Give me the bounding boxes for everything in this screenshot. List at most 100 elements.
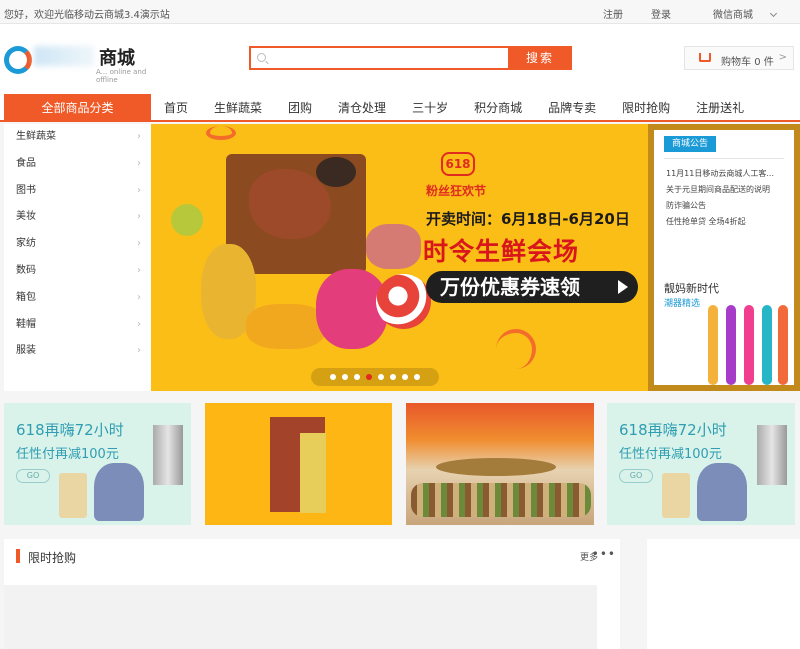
cart-unit: 件 bbox=[763, 57, 774, 68]
logo-blurred-text bbox=[34, 46, 94, 66]
category-item[interactable]: 服装 › bbox=[4, 338, 151, 365]
ribbon-decoration bbox=[206, 126, 236, 140]
chevron-right-icon: › bbox=[137, 345, 141, 357]
login-link[interactable]: 登录 bbox=[637, 6, 685, 21]
more-dots-icon[interactable]: ••• bbox=[592, 547, 616, 561]
chevron-right-icon: › bbox=[137, 157, 141, 169]
all-categories-button[interactable]: 全部商品分类 bbox=[4, 94, 151, 122]
welcome-text: 您好，欢迎光临移动云商城3.4演示站 bbox=[4, 10, 170, 21]
sale-date-text: 开卖时间：6月18日-6月20日 bbox=[426, 210, 630, 228]
category-item[interactable]: 生鲜蔬菜 › bbox=[4, 124, 151, 151]
carousel-dot[interactable] bbox=[330, 374, 336, 380]
nav-item-flash-sale[interactable]: 限时抢购 bbox=[609, 94, 683, 122]
flash-sale-content bbox=[4, 585, 597, 649]
grain-bowl-image bbox=[436, 458, 556, 476]
logo[interactable]: 商城 A... online and offline bbox=[4, 42, 149, 84]
category-label: 生鲜蔬菜 bbox=[16, 131, 56, 142]
category-item[interactable]: 数码 › bbox=[4, 258, 151, 285]
category-item[interactable]: 鞋帽 › bbox=[4, 312, 151, 339]
notice-item[interactable]: 任性抢单贷 全场4折起 bbox=[666, 216, 791, 227]
nav-item-fresh[interactable]: 生鲜蔬菜 bbox=[201, 94, 275, 122]
phone-image bbox=[662, 473, 690, 518]
category-item[interactable]: 箱包 › bbox=[4, 285, 151, 312]
carousel-dots bbox=[311, 368, 439, 386]
category-label: 鞋帽 bbox=[16, 318, 36, 330]
hero-banner[interactable]: 618 粉丝狂欢节 开卖时间：6月18日-6月20日 时令生鲜会场 万份优惠券速… bbox=[151, 124, 648, 391]
promo-card[interactable]: 618再嗨72小时 任性付再减100元 GO bbox=[607, 403, 795, 525]
go-button[interactable]: GO bbox=[619, 469, 653, 483]
cart-button[interactable]: 购物车 0 件 > bbox=[684, 46, 794, 70]
carousel-dot[interactable] bbox=[354, 374, 360, 380]
cart-icon bbox=[699, 53, 711, 62]
notice-item[interactable]: 防诈骗公告 bbox=[666, 200, 791, 211]
fridge-image bbox=[153, 425, 183, 485]
ad-subtitle[interactable]: 潮器精选 bbox=[664, 296, 700, 309]
notice-item[interactable]: 11月11日移动云商城人工客... bbox=[666, 168, 791, 179]
coupon-button[interactable]: 万份优惠券速领 bbox=[426, 271, 638, 303]
go-button[interactable]: GO bbox=[16, 469, 50, 483]
logo-ring-icon bbox=[4, 46, 32, 74]
section-title: 限时抢购 bbox=[28, 551, 77, 565]
carousel-dot[interactable] bbox=[378, 374, 384, 380]
promo-card[interactable] bbox=[406, 403, 594, 525]
nav-item-points-mall[interactable]: 积分商城 bbox=[461, 94, 535, 122]
category-item[interactable]: 图书 › bbox=[4, 178, 151, 205]
nav-items: 首页 生鲜蔬菜 团购 清仓处理 三十岁 积分商城 品牌专卖 限时抢购 注册送礼 bbox=[151, 94, 757, 122]
cart-label: 购物车 0 件 bbox=[721, 53, 774, 68]
nav-item-brands[interactable]: 品牌专卖 bbox=[535, 94, 609, 122]
beach-ball-image bbox=[376, 274, 431, 329]
category-item[interactable]: 家纺 › bbox=[4, 231, 151, 258]
fridge-image bbox=[757, 425, 787, 485]
product-wand-image bbox=[762, 305, 772, 385]
cart-text: 购物车 bbox=[721, 57, 751, 68]
product-wand-image bbox=[708, 305, 718, 385]
flash-sale-section: 限时抢购 更多 ••• bbox=[4, 539, 620, 649]
chevron-right-icon: › bbox=[137, 211, 141, 223]
promo-card[interactable] bbox=[205, 403, 392, 525]
category-label: 图书 bbox=[16, 184, 36, 196]
nav-item-home[interactable]: 首页 bbox=[151, 94, 201, 122]
promo-title: 618再嗨72小时 bbox=[16, 421, 124, 439]
grains-image bbox=[411, 483, 591, 517]
notice-item[interactable]: 关于元旦期间商品配送的说明 bbox=[666, 184, 791, 195]
register-link[interactable]: 注册 bbox=[589, 6, 637, 21]
mango-image bbox=[246, 304, 326, 349]
search-button[interactable]: 搜索 bbox=[508, 46, 572, 70]
notice-panel: 商城公告 11月11日移动云商城人工客... 关于元旦期间商品配送的说明 防诈骗… bbox=[648, 124, 800, 391]
main-nav: 全部商品分类 首页 生鲜蔬菜 团购 清仓处理 三十岁 积分商城 品牌专卖 限时抢… bbox=[0, 94, 800, 122]
product-wand-image bbox=[778, 305, 788, 385]
carousel-dot[interactable] bbox=[402, 374, 408, 380]
carousel-dot[interactable] bbox=[342, 374, 348, 380]
coupon-label: 万份优惠券速领 bbox=[440, 275, 580, 299]
carousel-dot[interactable] bbox=[390, 374, 396, 380]
nav-item-groupbuy[interactable]: 团购 bbox=[275, 94, 325, 122]
chevron-right-icon: › bbox=[137, 238, 141, 250]
search-icon bbox=[257, 53, 266, 62]
category-item[interactable]: 食品 › bbox=[4, 151, 151, 178]
wechat-mall-link[interactable]: 微信商城 bbox=[685, 6, 790, 21]
promo-subtitle: 任性付再减100元 bbox=[16, 447, 119, 462]
side-panel bbox=[647, 539, 800, 649]
promo-subtitle: 任性付再减100元 bbox=[619, 447, 722, 462]
wechat-mall-label: 微信商城 bbox=[713, 10, 753, 21]
chevron-right-icon: › bbox=[137, 318, 141, 330]
carousel-dot[interactable] bbox=[366, 374, 372, 380]
nav-item-clearance[interactable]: 清仓处理 bbox=[325, 94, 399, 122]
category-label: 服装 bbox=[16, 345, 36, 357]
promo-row: 618再嗨72小时 任性付再减100元 GO 618再嗨72小时 任性付再减10… bbox=[0, 403, 800, 525]
character-image bbox=[94, 463, 144, 521]
chevron-right-icon: > bbox=[778, 52, 787, 63]
promo-card[interactable]: 618再嗨72小时 任性付再减100元 GO bbox=[4, 403, 191, 525]
header: 商城 A... online and offline 搜索 购物车 0 件 > bbox=[0, 24, 800, 94]
category-item[interactable]: 美妆 › bbox=[4, 204, 151, 231]
promo-title: 618再嗨72小时 bbox=[619, 421, 727, 439]
ribbon-decoration bbox=[496, 329, 536, 369]
ad-title[interactable]: 靓妈新时代 bbox=[664, 280, 719, 296]
product-wand-image bbox=[726, 305, 736, 385]
nav-item-register-gift[interactable]: 注册送礼 bbox=[683, 94, 757, 122]
top-bar: 您好，欢迎光临移动云商城3.4演示站 注册 登录 微信商城 bbox=[0, 0, 800, 24]
search-input[interactable] bbox=[271, 50, 507, 66]
logo-name: 商城 bbox=[99, 48, 135, 69]
carousel-dot[interactable] bbox=[414, 374, 420, 380]
nav-item-thirty[interactable]: 三十岁 bbox=[399, 94, 461, 122]
